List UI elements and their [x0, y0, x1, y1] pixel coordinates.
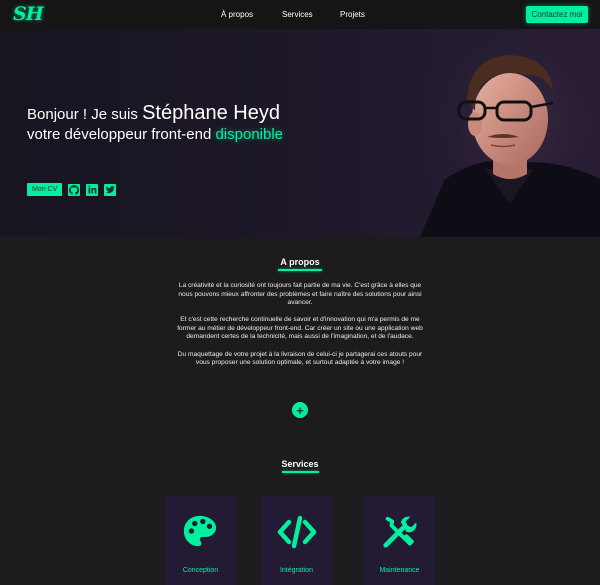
read-more-button[interactable]: + [292, 402, 308, 418]
about-paragraph: La créativité et la curiosité ont toujou… [178, 282, 422, 307]
tools-icon [383, 516, 417, 548]
service-card-integration[interactable]: Intégration [261, 496, 332, 585]
about-paragraph: Et c'est cette recherche continuelle de … [177, 316, 423, 341]
site-logo[interactable]: SH [13, 3, 44, 25]
github-icon[interactable] [68, 183, 81, 196]
name-text: Stéphane Heyd [142, 102, 280, 124]
services-title: Services [281, 459, 319, 469]
role-text: votre développeur front-end [27, 126, 216, 143]
service-label: Conception [182, 567, 219, 574]
nav-link-projets[interactable]: Projets [340, 10, 365, 19]
contact-button[interactable]: Contactez moi [526, 6, 588, 23]
nav-link-a-propos[interactable]: À propos [221, 10, 253, 19]
about-title-underline [278, 269, 322, 271]
about-title: A propos [280, 257, 320, 267]
cv-button[interactable]: Mon CV [27, 183, 63, 196]
service-label: Maintenance [379, 567, 420, 574]
palette-icon [183, 515, 217, 547]
hero-section: Bonjour ! Je suis Stéphane Heyd votre dé… [0, 29, 600, 237]
service-label: Intégration [279, 567, 314, 574]
about-paragraph: Du maquettage de votre projet à la livra… [177, 350, 423, 367]
greeting-text: Bonjour ! Je suis [27, 106, 143, 123]
code-icon [277, 515, 317, 549]
about-text: La créativité et la curiosité ont toujou… [175, 282, 425, 376]
portrait-photo [415, 29, 600, 237]
hero-actions: Mon CV [27, 183, 117, 196]
nav-link-services[interactable]: Services [282, 10, 313, 19]
twitter-icon[interactable] [104, 183, 117, 196]
hero-headline: Bonjour ! Je suis Stéphane Heyd votre dé… [27, 103, 283, 145]
service-card-maintenance[interactable]: Maintenance [364, 496, 435, 585]
status-text: disponible [215, 126, 284, 143]
top-nav: SH À propos Services Projets Contactez m… [0, 0, 600, 29]
linkedin-icon[interactable] [86, 183, 99, 196]
services-title-underline [282, 471, 319, 473]
service-card-conception[interactable]: Conception [165, 496, 236, 585]
